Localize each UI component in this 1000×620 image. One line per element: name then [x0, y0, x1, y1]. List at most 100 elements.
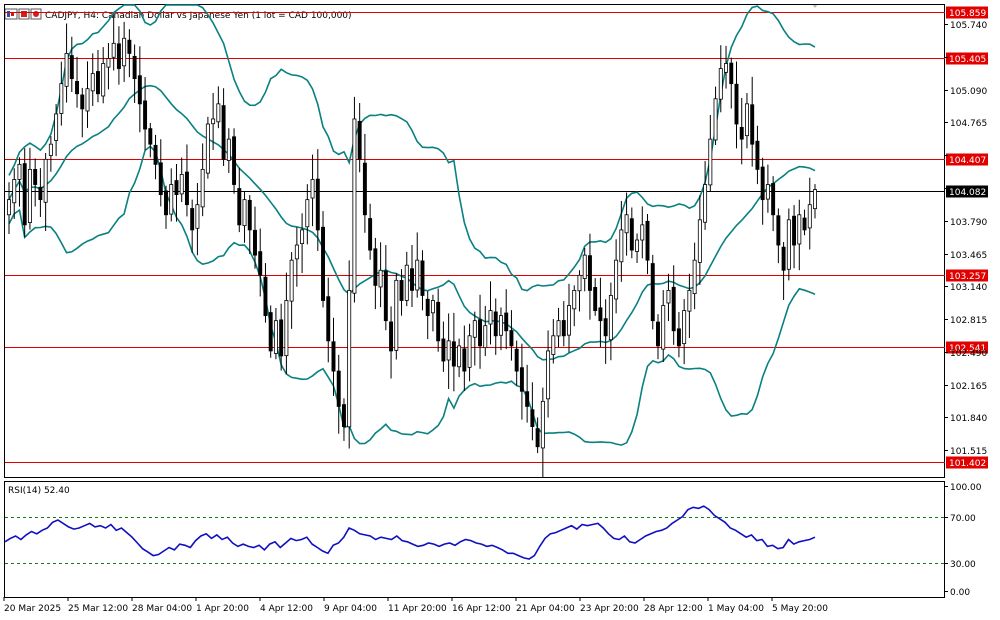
- candle: [441, 321, 446, 372]
- candle: [556, 307, 561, 348]
- price-tick-label: 101.515: [950, 447, 987, 457]
- time-tick-label: 28 Mar 04:00: [132, 604, 192, 614]
- candle: [483, 305, 488, 357]
- time-tick-label: 11 Apr 20:00: [388, 604, 447, 614]
- svg-text:103.257: 103.257: [949, 272, 986, 282]
- candle: [232, 128, 237, 194]
- candle: [650, 254, 655, 330]
- candle: [687, 273, 692, 339]
- candle: [205, 116, 210, 179]
- candle: [85, 61, 90, 128]
- rsi-tick-label: 70.00: [950, 514, 976, 524]
- candle: [734, 61, 739, 149]
- candle: [802, 209, 807, 236]
- rsi-panel: RSI(14) 52.40 0.00 30.00 70.00 100.00: [4, 481, 982, 598]
- candle: [263, 263, 268, 323]
- candle: [383, 245, 388, 331]
- candle: [577, 270, 582, 312]
- time-tick-label: 1 May 04:00: [708, 604, 764, 614]
- candle: [420, 250, 425, 311]
- candle: [200, 143, 205, 217]
- candle: [813, 184, 817, 219]
- price-tick-label: 103.790: [950, 218, 987, 228]
- time-tick-label: 25 Mar 12:00: [68, 604, 128, 614]
- candle: [75, 56, 80, 108]
- candle: [776, 208, 781, 264]
- candle: [598, 277, 603, 348]
- candle: [169, 168, 174, 222]
- candle: [446, 313, 451, 389]
- candle: [645, 213, 650, 275]
- chart-type-icon[interactable]: [4, 8, 18, 20]
- candle: [572, 285, 577, 327]
- candle: [378, 242, 383, 308]
- candle: [614, 239, 619, 314]
- candle: [760, 157, 765, 225]
- candle: [797, 199, 802, 271]
- candle: [781, 242, 786, 300]
- candle: [221, 88, 226, 166]
- time-tick-label: 16 Apr 12:00: [452, 604, 511, 614]
- candle: [457, 338, 462, 378]
- candle: [258, 228, 263, 297]
- candle: [90, 53, 95, 107]
- candle: [525, 364, 530, 423]
- candle: [410, 245, 414, 307]
- candle: [671, 265, 676, 345]
- candle: [190, 199, 195, 253]
- candle: [744, 93, 749, 149]
- candle: [137, 46, 142, 133]
- candle: [357, 103, 362, 173]
- candle: [519, 343, 524, 420]
- candle: [179, 157, 184, 203]
- candle: [436, 288, 441, 352]
- candle: [33, 158, 38, 207]
- candle: [703, 161, 708, 230]
- candle: [587, 233, 592, 320]
- candle: [619, 200, 624, 282]
- candle: [603, 299, 608, 364]
- candle: [807, 177, 812, 250]
- candle: [697, 195, 702, 285]
- svg-text:101.402: 101.402: [949, 459, 986, 469]
- candle: [96, 49, 100, 103]
- price-tick-label: 103.140: [950, 283, 987, 293]
- candle: [404, 251, 409, 307]
- candle: [127, 29, 132, 78]
- price-tick-label: 101.840: [950, 414, 987, 424]
- price-tick-label: 103.465: [950, 251, 987, 261]
- candle: [195, 183, 200, 256]
- candle: [69, 36, 74, 92]
- candle: [499, 307, 503, 351]
- candle: [153, 134, 158, 180]
- candle: [656, 314, 660, 360]
- candle: [7, 182, 11, 234]
- current-price-tag: 104.082: [946, 185, 988, 198]
- bollinger-middle-band: [8, 84, 816, 361]
- price-tick-label: 102.490: [950, 349, 987, 359]
- candle: [629, 207, 634, 259]
- candle: [148, 122, 153, 158]
- candle: [608, 282, 613, 361]
- rsi-indicator-label: RSI(14) 52.40: [8, 486, 70, 496]
- candle: [739, 97, 744, 165]
- candle: [116, 26, 121, 85]
- candle: [755, 125, 760, 185]
- candle: [273, 307, 278, 360]
- candle: [771, 176, 776, 232]
- candle: [682, 299, 687, 365]
- candle: [540, 387, 545, 478]
- price-tick-label: 105.740: [950, 21, 987, 31]
- candle: [373, 237, 378, 310]
- price-chart[interactable]: CADJPY, H4: Canadian Dollar vs Japanese …: [0, 0, 1000, 620]
- candle: [284, 272, 289, 375]
- candle: [561, 301, 566, 347]
- candle: [216, 86, 221, 129]
- candle: [750, 76, 755, 167]
- candle: [462, 325, 467, 391]
- candle: [321, 211, 325, 308]
- time-tick-label: 28 Apr 12:00: [644, 604, 703, 614]
- candle: [593, 278, 598, 316]
- time-tick-label: 5 May 20:00: [772, 604, 828, 614]
- svg-text:104.082: 104.082: [949, 188, 986, 198]
